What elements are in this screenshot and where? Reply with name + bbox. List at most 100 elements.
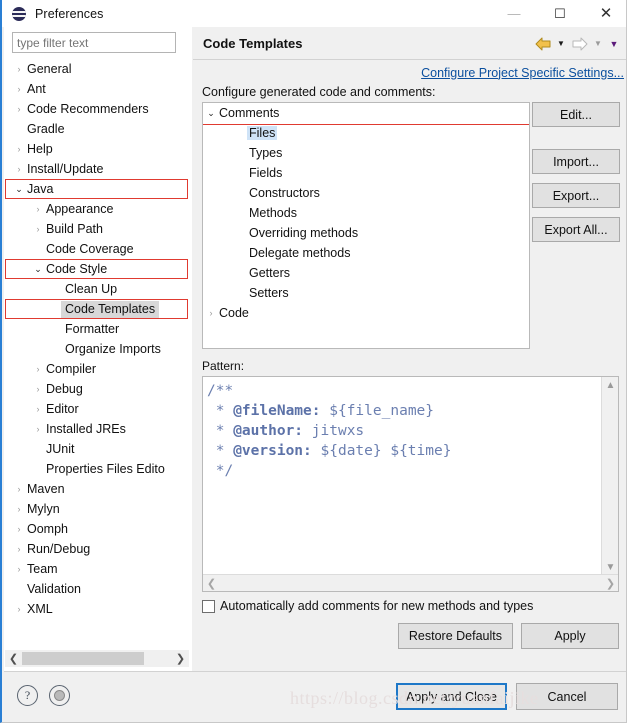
sidebar-item-label: Maven — [27, 482, 65, 496]
scroll-up-icon[interactable]: ▲ — [602, 377, 618, 394]
template-item-files[interactable]: Files — [203, 123, 529, 143]
sidebar-item-run-debug[interactable]: › Run/Debug — [4, 539, 190, 559]
chevron-right-icon[interactable]: › — [31, 204, 45, 214]
template-item-label: Setters — [249, 286, 289, 300]
scroll-right-icon[interactable]: ❯ — [172, 650, 189, 667]
chevron-right-icon[interactable]: › — [12, 64, 26, 74]
sidebar-item-help[interactable]: › Help — [4, 139, 190, 159]
chevron-right-icon[interactable]: › — [31, 404, 45, 414]
sidebar-item-oomph[interactable]: › Oomph — [4, 519, 190, 539]
sidebar-item-code-coverage[interactable]: Code Coverage — [4, 239, 190, 259]
chevron-down-icon[interactable]: ⌄ — [12, 184, 26, 194]
sidebar-item-validation[interactable]: Validation — [4, 579, 190, 599]
export-all-button[interactable]: Export All... — [532, 217, 620, 242]
forward-history-caret-icon[interactable]: ▼ — [591, 34, 605, 53]
sidebar-item-organize-imports[interactable]: Organize Imports — [4, 339, 190, 359]
forward-arrow-icon[interactable] — [570, 34, 589, 53]
question-mark-icon[interactable]: ? — [17, 685, 38, 706]
chevron-right-icon[interactable]: › — [12, 164, 26, 174]
template-tree[interactable]: ⌄ Comments Files Types Fields Constructors Met… — [202, 102, 530, 349]
pattern-preview[interactable]: /** * @fileName: ${file_name} * @author:… — [202, 376, 619, 592]
maximize-button[interactable]: ☐ — [537, 0, 583, 27]
template-item-delegate-methods[interactable]: Delegate methods — [203, 243, 529, 263]
pattern-line: * @version: ${date} ${time} — [207, 443, 452, 459]
chevron-right-icon[interactable]: › — [12, 524, 26, 534]
pattern-scroll-left-icon[interactable]: ❮ — [203, 575, 220, 592]
import-button[interactable]: Import... — [532, 149, 620, 174]
chevron-down-icon[interactable]: ⌄ — [203, 108, 219, 118]
sidebar-item-code-templates[interactable]: Code Templates — [4, 299, 190, 319]
chevron-down-icon[interactable]: ⌄ — [31, 264, 45, 274]
sidebar-horizontal-scrollbar[interactable]: ❮ ❯ — [5, 650, 189, 667]
sidebar-item-code-style[interactable]: ⌄ Code Style — [4, 259, 190, 279]
sidebar-item-formatter[interactable]: Formatter — [4, 319, 190, 339]
cancel-button[interactable]: Cancel — [516, 683, 618, 710]
template-item-code[interactable]: › Code — [203, 303, 529, 323]
chevron-right-icon[interactable]: › — [31, 224, 45, 234]
sidebar-item-compiler[interactable]: › Compiler — [4, 359, 190, 379]
edit-button[interactable]: Edit... — [532, 102, 620, 127]
chevron-right-icon[interactable]: › — [12, 544, 26, 554]
auto-comment-checkbox[interactable] — [202, 599, 215, 613]
template-item-methods[interactable]: Methods — [203, 203, 529, 223]
chevron-right-icon[interactable]: › — [12, 144, 26, 154]
sidebar-tree[interactable]: › General › Ant › Code Recommenders Gradle › Hel… — [4, 59, 190, 639]
chevron-right-icon[interactable]: › — [12, 564, 26, 574]
chevron-right-icon[interactable]: › — [31, 424, 45, 434]
chevron-right-icon[interactable]: › — [12, 604, 26, 614]
sidebar-item-gradle[interactable]: Gradle — [4, 119, 190, 139]
chevron-right-icon[interactable]: › — [12, 104, 26, 114]
template-item-getters[interactable]: Getters — [203, 263, 529, 283]
page-menu-caret-icon[interactable]: ▼ — [607, 34, 621, 53]
apply-button[interactable]: Apply — [521, 623, 619, 649]
sidebar-item-properties-files-edito[interactable]: Properties Files Edito — [4, 459, 190, 479]
scrollbar-thumb[interactable] — [22, 652, 144, 665]
export-button[interactable]: Export... — [532, 183, 620, 208]
sidebar-item-ant[interactable]: › Ant — [4, 79, 190, 99]
sidebar-item-label: General — [27, 62, 72, 76]
sidebar-item-junit[interactable]: JUnit — [4, 439, 190, 459]
sidebar-item-clean-up[interactable]: Clean Up — [4, 279, 190, 299]
sidebar-item-appearance[interactable]: › Appearance — [4, 199, 190, 219]
sidebar-item-label: Appearance — [46, 202, 114, 216]
apply-and-close-button[interactable]: Apply and Close — [395, 683, 507, 710]
template-item-types[interactable]: Types — [203, 143, 529, 163]
filter-input[interactable] — [12, 32, 176, 53]
chevron-right-icon[interactable]: › — [12, 84, 26, 94]
sidebar-item-debug[interactable]: › Debug — [4, 379, 190, 399]
sidebar-item-general[interactable]: › General — [4, 59, 190, 79]
sidebar-item-code-recommenders[interactable]: › Code Recommenders — [4, 99, 190, 119]
sidebar-item-installed-jres[interactable]: › Installed JREs — [4, 419, 190, 439]
sidebar-item-build-path[interactable]: › Build Path — [4, 219, 190, 239]
pattern-scroll-right-icon[interactable]: ❯ — [602, 575, 618, 592]
template-item-overriding-methods[interactable]: Overriding methods — [203, 223, 529, 243]
chevron-right-icon[interactable]: › — [12, 484, 26, 494]
sidebar-item-mylyn[interactable]: › Mylyn — [4, 499, 190, 519]
sidebar-item-install-update[interactable]: › Install/Update — [4, 159, 190, 179]
close-button[interactable]: ✕ — [583, 0, 626, 27]
template-item-constructors[interactable]: Constructors — [203, 183, 529, 203]
configure-project-specific-settings-link[interactable]: Configure Project Specific Settings... — [421, 66, 624, 80]
template-item-comments[interactable]: ⌄ Comments — [203, 103, 529, 123]
sidebar-item-team[interactable]: › Team — [4, 559, 190, 579]
chevron-right-icon[interactable]: › — [31, 384, 45, 394]
restore-window-icon[interactable] — [49, 685, 70, 706]
back-arrow-icon[interactable] — [533, 34, 552, 53]
template-item-fields[interactable]: Fields — [203, 163, 529, 183]
pattern-horizontal-scrollbar[interactable]: ❮ ❯ — [203, 574, 618, 592]
sidebar-item-label: Build Path — [46, 222, 103, 236]
auto-comment-row[interactable]: Automatically add comments for new metho… — [202, 599, 626, 613]
sidebar-item-java[interactable]: ⌄ Java — [4, 179, 190, 199]
back-history-caret-icon[interactable]: ▼ — [554, 34, 568, 53]
sidebar-item-xml[interactable]: › XML — [4, 599, 190, 619]
restore-defaults-button[interactable]: Restore Defaults — [397, 623, 513, 649]
sidebar-item-maven[interactable]: › Maven — [4, 479, 190, 499]
template-item-setters[interactable]: Setters — [203, 283, 529, 303]
scroll-left-icon[interactable]: ❮ — [5, 650, 22, 667]
pattern-vertical-scrollbar[interactable]: ▲ ▼ — [601, 377, 618, 576]
chevron-right-icon[interactable]: › — [203, 308, 219, 318]
chevron-right-icon[interactable]: › — [31, 364, 45, 374]
sidebar-item-editor[interactable]: › Editor — [4, 399, 190, 419]
minimize-button[interactable]: — — [491, 0, 537, 27]
chevron-right-icon[interactable]: › — [12, 504, 26, 514]
